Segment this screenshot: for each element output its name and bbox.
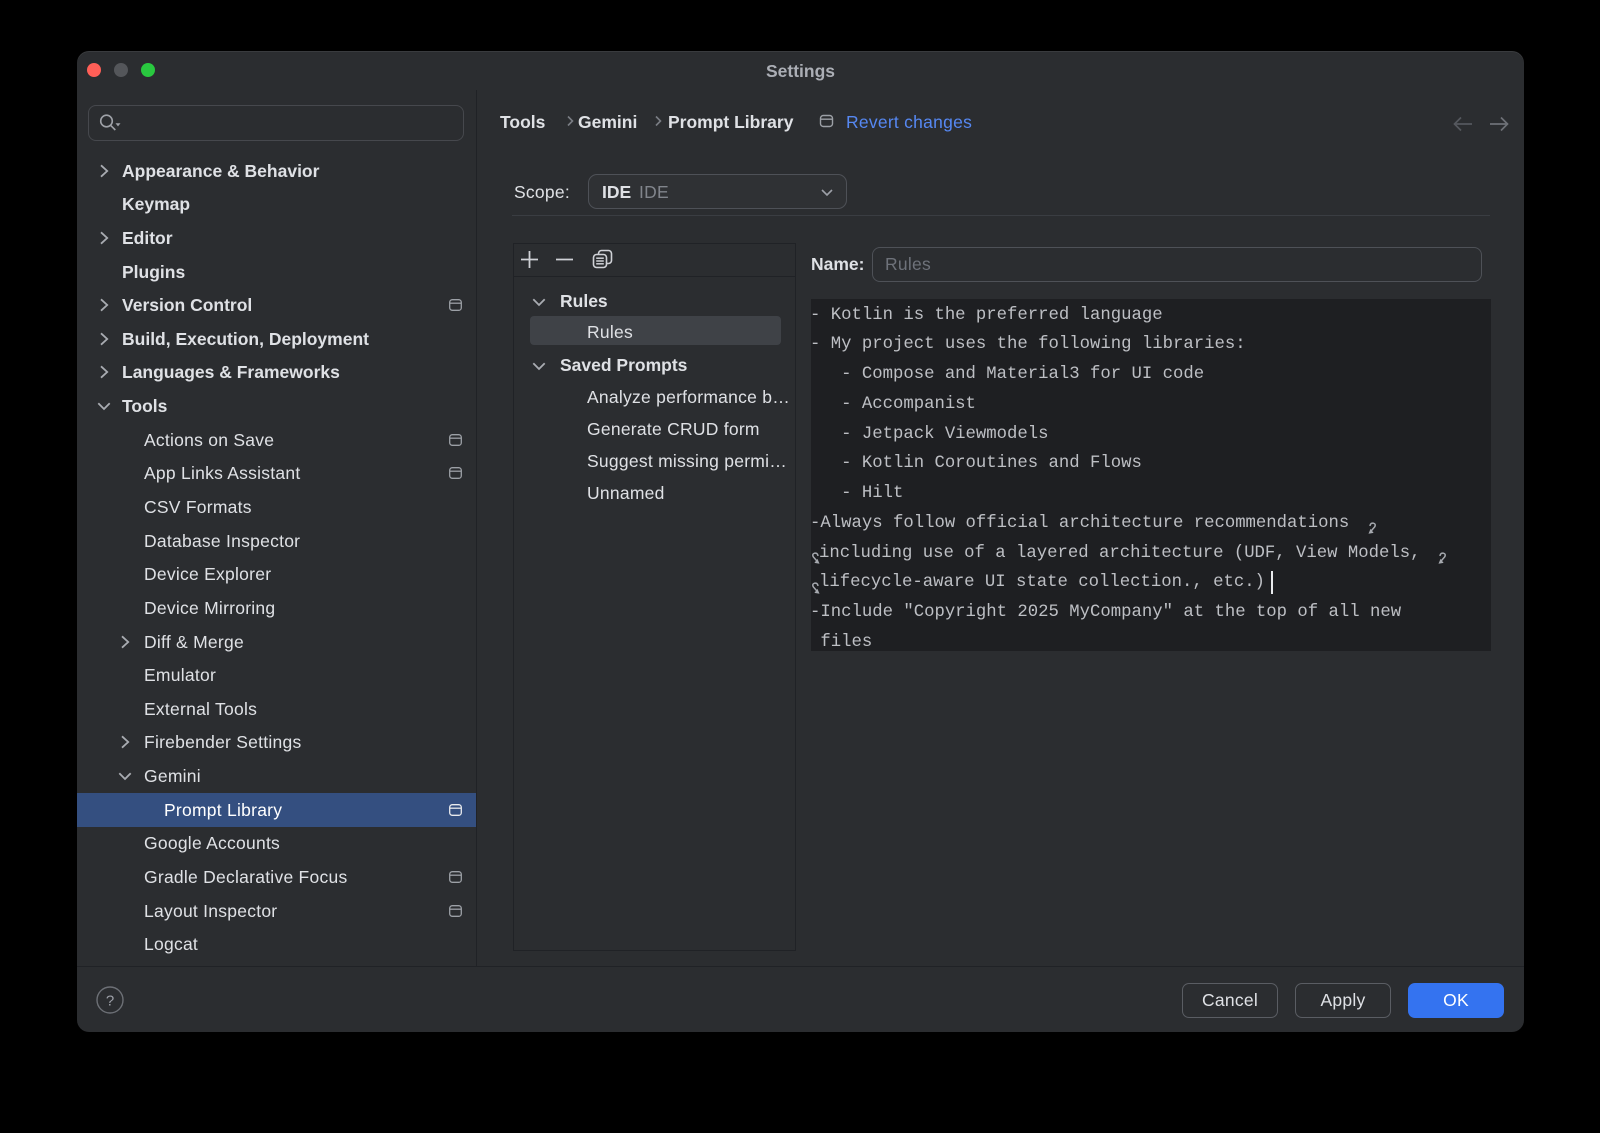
svg-text:?: ?	[106, 993, 114, 1010]
